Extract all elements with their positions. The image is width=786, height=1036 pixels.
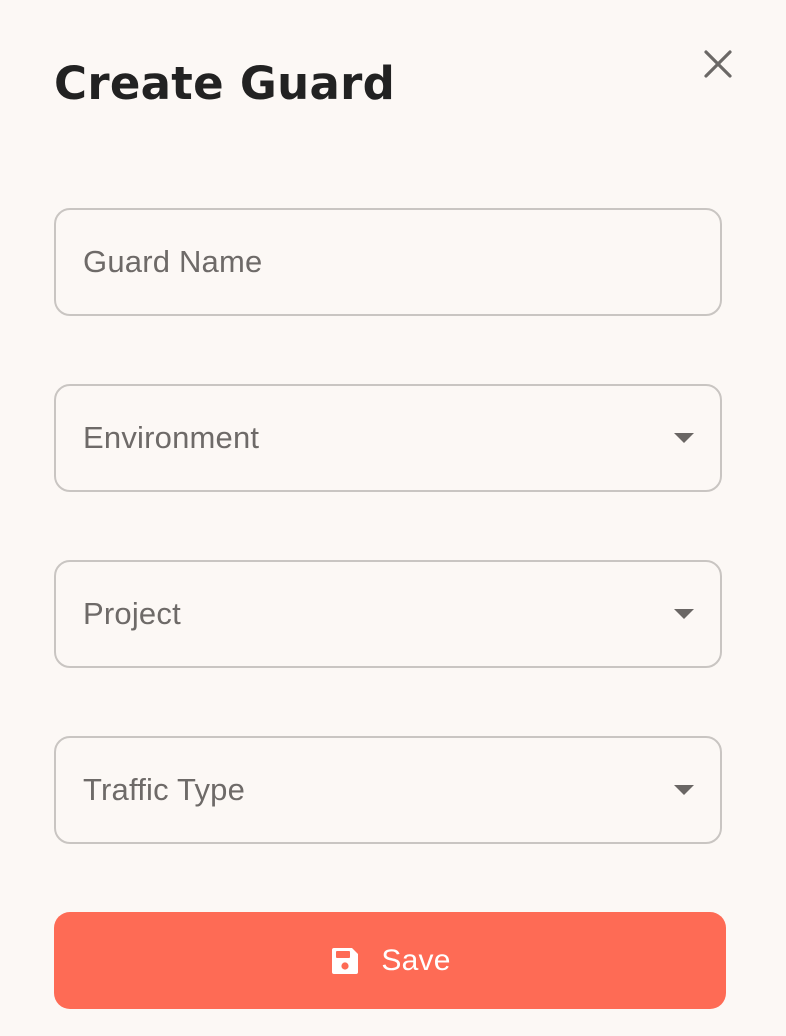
save-label: Save xyxy=(381,943,451,977)
project-select[interactable]: Project xyxy=(54,560,722,668)
close-button[interactable] xyxy=(696,42,740,86)
chevron-down-icon xyxy=(674,609,694,619)
create-guard-dialog: Create Guard Guard Name Environment Proj… xyxy=(0,0,786,1036)
chevron-down-icon xyxy=(674,433,694,443)
close-icon xyxy=(704,50,732,78)
traffic-type-select[interactable]: Traffic Type xyxy=(54,736,722,844)
dialog-title: Create Guard xyxy=(54,57,396,110)
environment-label: Environment xyxy=(83,420,260,455)
floppy-disk-icon xyxy=(329,945,361,977)
traffic-type-label: Traffic Type xyxy=(83,772,246,807)
project-label: Project xyxy=(83,596,181,631)
environment-select[interactable]: Environment xyxy=(54,384,722,492)
chevron-down-icon xyxy=(674,785,694,795)
guard-name-label: Guard Name xyxy=(83,244,263,279)
save-button[interactable]: Save xyxy=(54,912,726,1009)
guard-name-field[interactable]: Guard Name xyxy=(54,208,722,316)
